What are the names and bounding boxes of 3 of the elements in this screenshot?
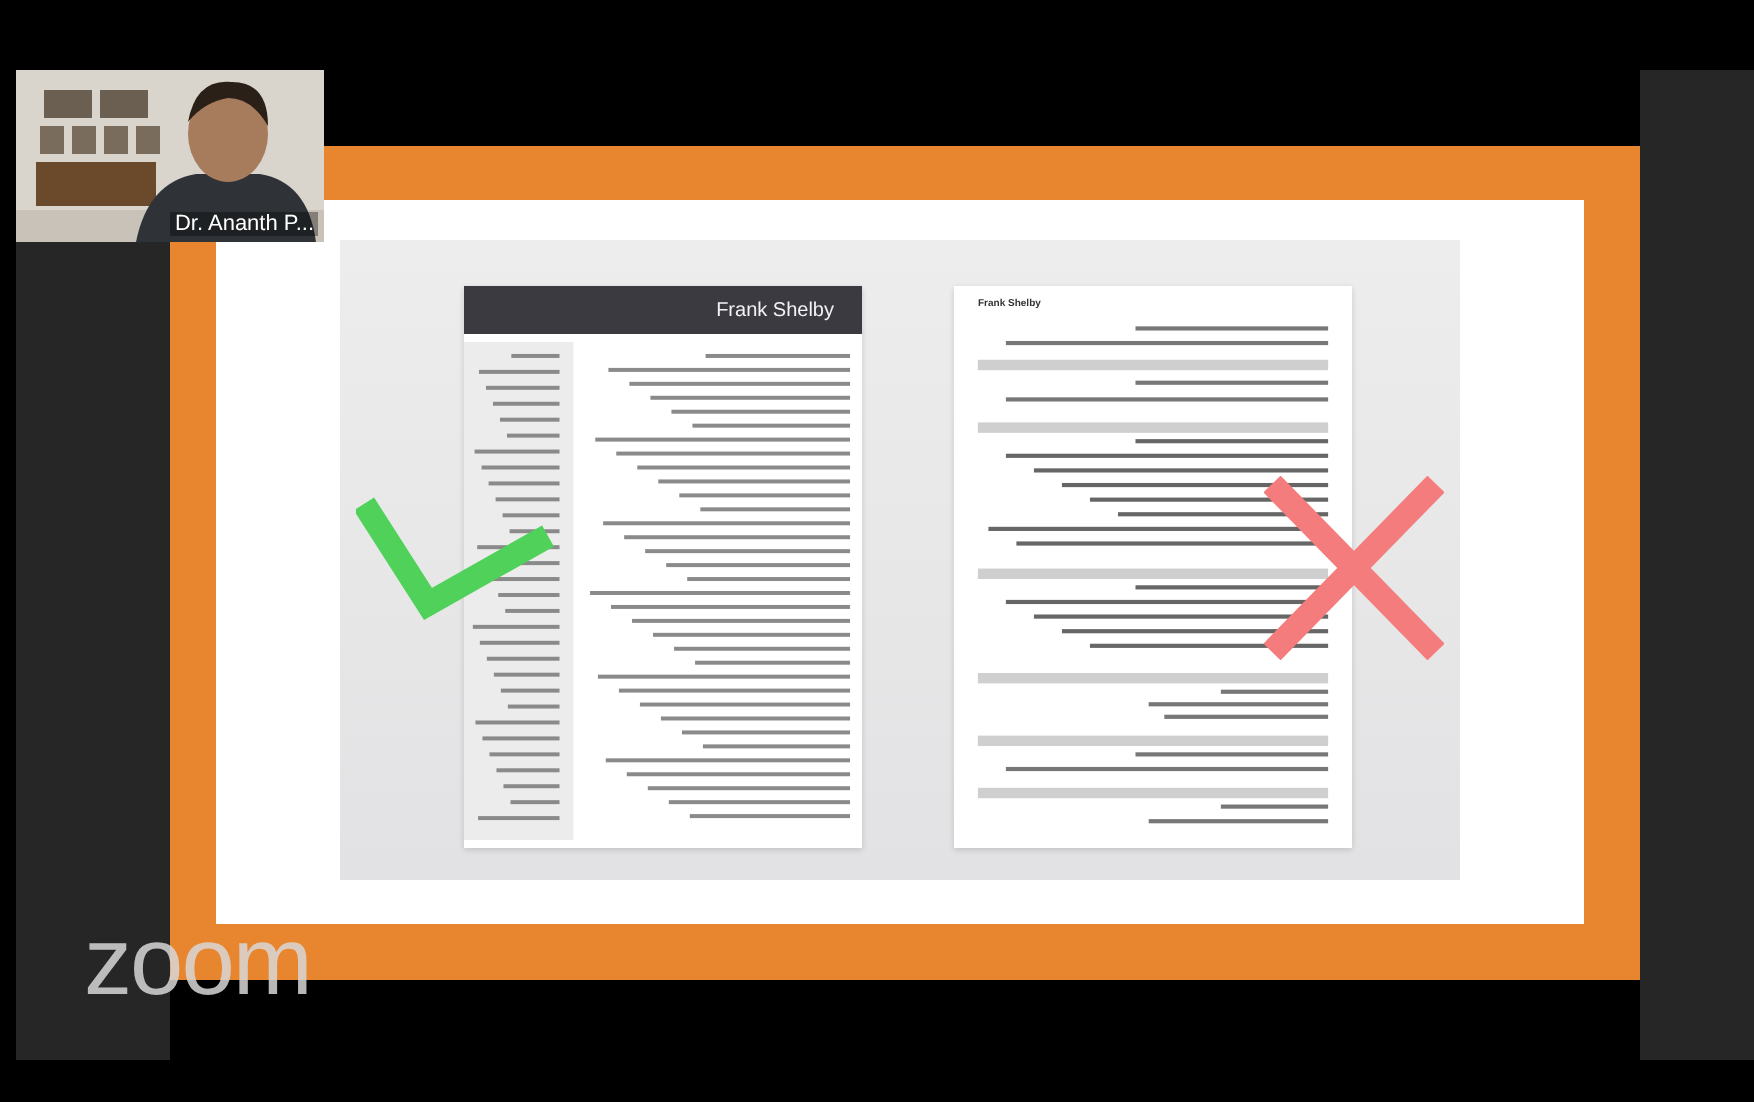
resume-name: Frank Shelby [716, 299, 834, 321]
cross-icon [1264, 476, 1444, 660]
participant-name: Dr. Ananth P... [170, 212, 318, 236]
